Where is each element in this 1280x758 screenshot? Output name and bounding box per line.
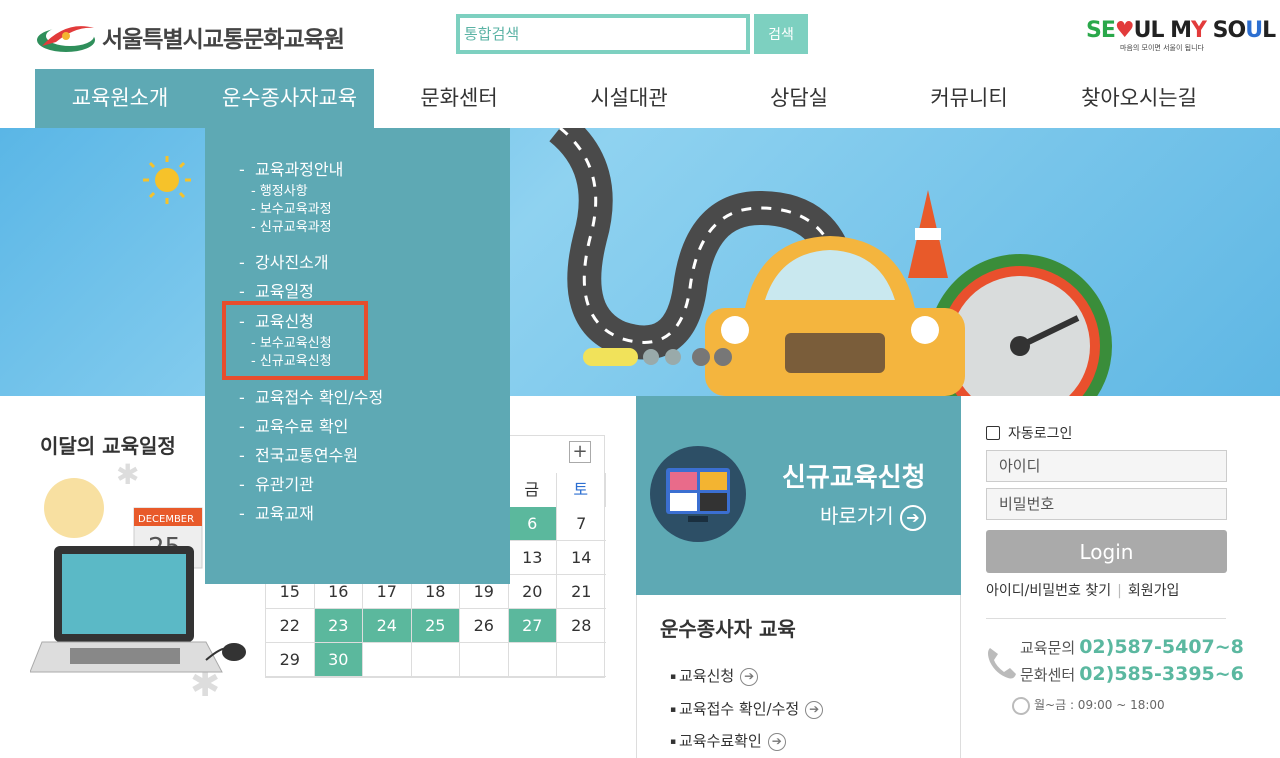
contact-education-label: 교육문의 [1020,639,1076,657]
login-button[interactable]: Login [986,530,1227,573]
contact-culture-label: 문화센터 [1020,666,1076,684]
transit-link-apply-label: 교육신청 [678,667,735,685]
calendar-day[interactable]: 21 [557,575,606,609]
nav-item-community[interactable]: 커뮤니티 [884,69,1054,128]
site-logo[interactable]: 서울특별시교통문화교육원 [36,14,376,56]
dropdown-item-completion-check[interactable]: 교육수료 확인 [239,413,348,437]
auto-login-checkbox[interactable]: 자동로그인 [986,423,1072,443]
clock-icon [1012,696,1030,715]
dropdown-sub-refresher-course[interactable]: 보수교육과정 [251,198,332,217]
transit-link-completion-label: 교육수료확인 [678,732,762,750]
svg-text:✱: ✱ [116,460,139,491]
new-education-link[interactable]: 바로가기 ➔ [820,500,926,531]
play-icon[interactable] [714,348,732,366]
checkbox-icon [986,426,1000,440]
dropdown-item-course-guide[interactable]: 교육과정안내 [239,156,343,180]
calendar-day[interactable]: 30 [314,643,363,677]
contact-culture-number: 02)585-3395~6 [1079,663,1244,685]
seoul-my-soul-logo[interactable]: SE♥UL MY SOUL 마음의 모이면 서울이 됩니다 [1086,18,1276,58]
dropdown-item-national-institutes[interactable]: 전국교통연수원 [239,442,358,466]
calendar-day [363,643,412,677]
dropdown-sub-admin-matters[interactable]: 행정사항 [251,180,308,199]
page: 서울특별시교통문화교육원 검색 SE♥UL MY SOUL 마음의 모이면 서울… [0,0,1280,758]
logo-text: 서울특별시교통문화교육원 [102,27,345,53]
calendar-day[interactable]: 23 [314,609,363,643]
login-id-input[interactable] [986,450,1227,482]
contact-culture: 문화센터 02)585-3395~6 [1020,663,1244,685]
dropdown-item-related-orgs[interactable]: 유관기관 [239,471,314,495]
calendar-month-label: DECEMBER [138,514,194,525]
calendar-day[interactable]: 29 [266,643,315,677]
login-links: 아이디/비밀번호 찾기 | 회원가입 [986,583,1180,599]
calendar-more-button[interactable]: + [569,441,591,463]
banner-illustration [143,128,1112,396]
calendar-day[interactable]: 26 [460,609,509,643]
search-button[interactable]: 검색 [754,14,808,54]
nav-item-transit-education[interactable]: 운수종사자교육 [205,69,374,128]
calendar-day [508,643,557,677]
contact-education-number: 02)587-5407~8 [1079,636,1244,658]
new-education-link-label: 바로가기 [820,504,894,528]
calendar-day[interactable]: 28 [557,609,606,643]
calendar-day[interactable]: 22 [266,609,315,643]
arrow-right-circle-icon: ➔ [805,700,824,719]
login-password-input[interactable] [986,488,1227,520]
calendar-day[interactable]: 25 [411,609,460,643]
divider [986,618,1226,619]
nav-item-directions[interactable]: 찾아오시는길 [1054,69,1224,128]
join-link[interactable]: 회원가입 [1128,583,1180,599]
auto-login-label: 자동로그인 [1008,426,1073,442]
weekday-sat: 토 [557,473,606,507]
business-hours-text: 월~금 : 09:00 ~ 18:00 [1034,698,1165,712]
logo-icon [37,26,95,52]
transit-link-completion[interactable]: 교육수료확인 ➔ [670,730,786,751]
calendar-day[interactable]: 20 [508,575,557,609]
calendar-day[interactable]: 6 [508,507,557,541]
schedule-title: 이달의 교육일정 [40,434,176,458]
calendar-day [460,643,509,677]
nav-item-counseling[interactable]: 상담실 [714,69,884,128]
calendar-day[interactable]: 7 [557,507,606,541]
calendar-day[interactable]: 13 [508,541,557,575]
dropdown-item-instructors[interactable]: 강사진소개 [239,249,329,273]
calendar-day[interactable]: 27 [508,609,557,643]
find-account-link[interactable]: 아이디/비밀번호 찾기 [986,583,1111,599]
sun-icon [143,156,191,204]
contact-education: 교육문의 02)587-5407~8 [1020,636,1244,658]
nav-item-facility-rental[interactable]: 시설대관 [544,69,714,128]
search-input[interactable] [456,14,750,54]
calendar-day[interactable]: 14 [557,541,606,575]
arrow-right-circle-icon: ➔ [899,504,926,531]
slogan-text: SE♥UL MY SOUL [1086,18,1276,43]
highlight-box [222,301,368,380]
arrow-right-circle-icon: ➔ [740,667,759,686]
weekday-fri: 금 [508,473,557,507]
pause-icon[interactable] [692,348,710,366]
arrow-right-circle-icon: ➔ [767,732,786,751]
phone-icon [988,648,1016,679]
main-nav: 교육원소개 운수종사자교육 문화센터 시설대관 상담실 커뮤니티 찾아오시는길 [0,69,1280,128]
dropdown-sub-new-course[interactable]: 신규교육과정 [251,216,332,235]
transit-link-check-label: 교육접수 확인/수정 [678,700,800,718]
calendar-day [411,643,460,677]
nav-item-culture-center[interactable]: 문화센터 [374,69,544,128]
calendar-day[interactable]: 24 [363,609,412,643]
video-conference-icon [650,446,746,542]
transit-link-check-registration[interactable]: 교육접수 확인/수정 ➔ [670,698,824,719]
business-hours: 월~금 : 09:00 ~ 18:00 [1012,696,1165,715]
slogan-subtext: 마음의 모이면 서울이 됩니다 [1120,44,1204,52]
transit-education-title: 운수종사자 교육 [660,617,796,641]
new-education-card[interactable] [636,396,961,595]
dropdown-item-textbooks[interactable]: 교육교재 [239,500,314,524]
dropdown-item-check-registration[interactable]: 교육접수 확인/수정 [239,384,383,408]
transit-link-apply[interactable]: 교육신청 ➔ [670,665,759,686]
calendar-day [557,643,606,677]
hero-banner [0,128,1280,396]
new-education-title[interactable]: 신규교육신청 [782,457,926,494]
nav-item-intro[interactable]: 교육원소개 [35,69,205,128]
dropdown-item-schedule[interactable]: 교육일정 [239,278,314,302]
